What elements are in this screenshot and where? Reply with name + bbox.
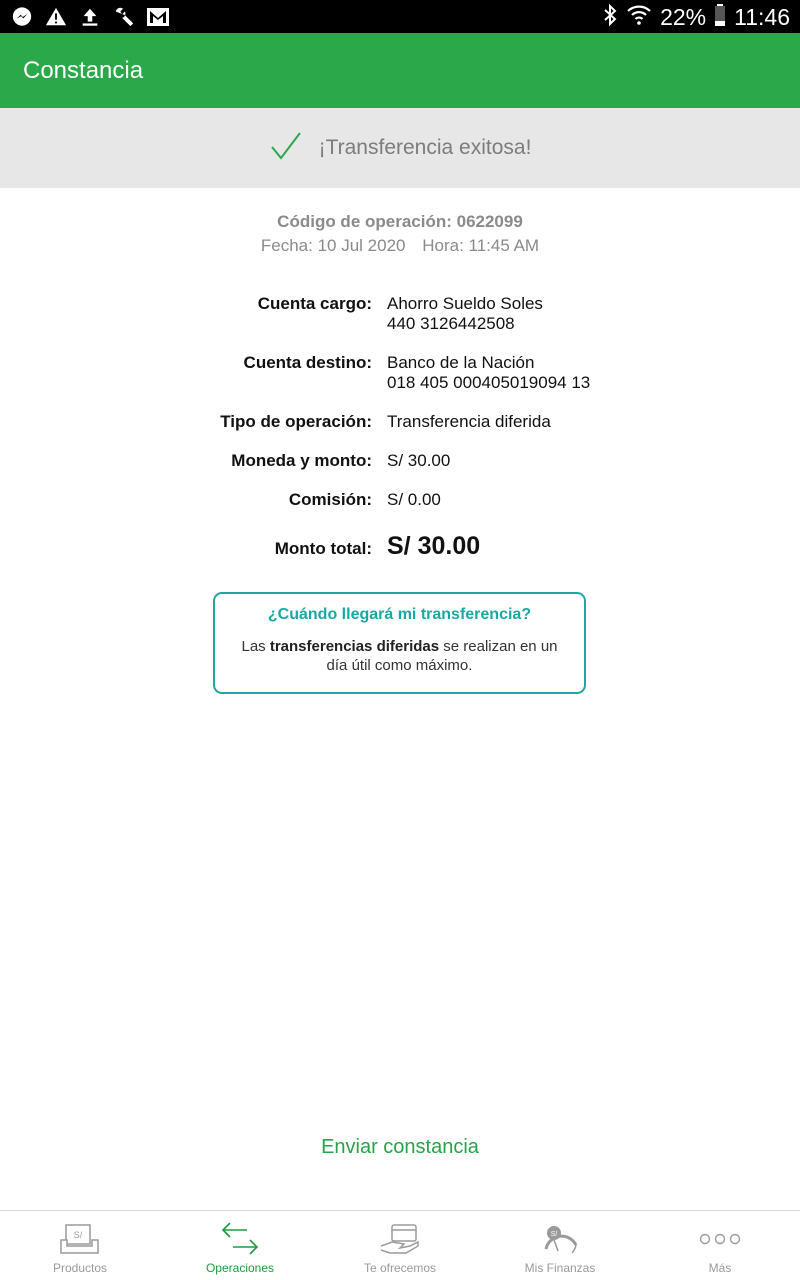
delivery-info-box: ¿Cuándo llegará mi transferencia? Las tr… bbox=[213, 592, 586, 694]
bluetooth-icon bbox=[602, 3, 618, 32]
send-receipt-button[interactable]: Enviar constancia bbox=[250, 1136, 550, 1166]
warning-icon bbox=[44, 5, 68, 29]
comision-value: S/ 0.00 bbox=[387, 490, 441, 509]
nav-operaciones[interactable]: Operaciones bbox=[160, 1211, 320, 1280]
nav-te-ofrecemos[interactable]: Te ofrecemos bbox=[320, 1211, 480, 1280]
info-body: Las transferencias diferidas se realizan… bbox=[215, 637, 584, 675]
more-dots-icon bbox=[640, 1221, 800, 1257]
battery-icon bbox=[714, 3, 726, 32]
tipo-value: Transferencia diferida bbox=[387, 412, 551, 431]
svg-text:S/: S/ bbox=[74, 1230, 83, 1240]
card-offer-icon bbox=[320, 1221, 480, 1257]
nav-te-ofrecemos-label: Te ofrecemos bbox=[363, 1261, 437, 1275]
wifi-icon bbox=[626, 3, 652, 32]
products-icon: S/ bbox=[0, 1221, 160, 1257]
cargo-account-number: 440 3126442508 bbox=[387, 314, 515, 333]
nav-operaciones-label: Operaciones bbox=[205, 1261, 275, 1275]
nav-mas[interactable]: Más bbox=[640, 1211, 800, 1280]
wrench-icon bbox=[112, 5, 136, 29]
cargo-label: Cuenta cargo: bbox=[257, 294, 372, 313]
cargo-account-name: Ahorro Sueldo Soles bbox=[387, 294, 543, 313]
tipo-label: Tipo de operación: bbox=[220, 412, 372, 431]
moneda-label: Moneda y monto: bbox=[231, 451, 372, 470]
moneda-value: S/ 30.00 bbox=[387, 451, 451, 470]
app-bar: Constancia bbox=[0, 33, 800, 108]
success-message: ¡Transferencia exitosa! bbox=[318, 136, 532, 159]
total-value: S/ 30.00 bbox=[387, 532, 481, 560]
battery-percent: 22% bbox=[660, 4, 707, 30]
destino-value: Banco de la Nación 018 405 000405019094 … bbox=[387, 353, 590, 393]
check-icon bbox=[269, 131, 303, 166]
cargo-value: Ahorro Sueldo Soles 440 3126442508 bbox=[387, 294, 543, 334]
destino-bank-name: Banco de la Nación bbox=[387, 353, 535, 372]
nav-mis-finanzas-label: Mis Finanzas bbox=[524, 1261, 596, 1275]
nav-productos-label: Productos bbox=[52, 1261, 108, 1275]
page-title: Constancia bbox=[23, 57, 144, 84]
comision-label: Comisión: bbox=[288, 490, 372, 509]
nav-productos[interactable]: S/ Productos bbox=[0, 1211, 160, 1280]
svg-text:S/: S/ bbox=[551, 1231, 558, 1238]
gmail-icon bbox=[146, 5, 170, 29]
destino-label: Cuenta destino: bbox=[243, 353, 372, 372]
info-title: ¿Cuándo llegará mi transferencia? bbox=[267, 606, 532, 623]
messenger-icon bbox=[10, 5, 34, 29]
operation-code: Código de operación: 0622099 bbox=[277, 212, 523, 231]
info-body-pre: Las bbox=[241, 638, 270, 655]
nav-mas-label: Más bbox=[708, 1261, 732, 1275]
operation-date: Fecha: 10 Jul 2020 bbox=[260, 236, 406, 255]
operation-datetime: Fecha: 10 Jul 2020 Hora: 11:45 AM bbox=[0, 236, 800, 256]
bottom-nav: S/ Productos Operaciones Te ofrecemos S/… bbox=[0, 1210, 800, 1280]
destino-account-number: 018 405 000405019094 13 bbox=[387, 373, 591, 392]
total-label: Monto total: bbox=[274, 539, 372, 558]
operation-time: Hora: 11:45 AM bbox=[422, 236, 540, 255]
success-banner: ¡Transferencia exitosa! bbox=[0, 108, 800, 188]
upload-icon bbox=[78, 5, 102, 29]
finance-gauge-icon: S/ bbox=[480, 1221, 640, 1257]
info-body-bold: transferencias diferidas bbox=[269, 638, 440, 655]
clock: 11:46 bbox=[734, 4, 790, 30]
transfer-arrows-icon bbox=[160, 1221, 320, 1257]
nav-mis-finanzas[interactable]: S/ Mis Finanzas bbox=[480, 1211, 640, 1280]
status-bar: 22% 11:46 bbox=[0, 0, 800, 33]
